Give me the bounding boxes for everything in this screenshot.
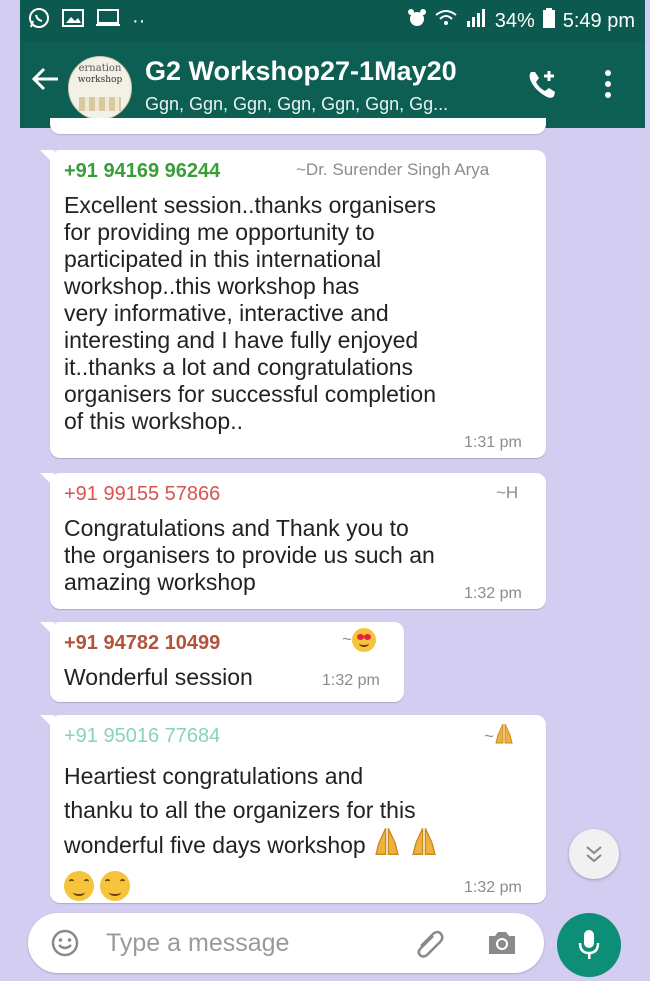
message-sender[interactable]: +91 94169 96244 — [64, 160, 220, 183]
bubble-tail — [40, 622, 54, 636]
group-members[interactable]: Ggn, Ggn, Ggn, Ggn, Ggn, Ggn, Gg... — [145, 94, 448, 115]
message-line: participated in this international — [64, 246, 382, 272]
bubble-tail — [40, 715, 54, 729]
attach-paperclip-icon[interactable] — [413, 926, 447, 965]
folded-hands-emoji-icon — [372, 827, 402, 867]
avatar-text-2: workshop — [77, 75, 123, 85]
message-line: interesting and I have fully enjoyed — [64, 327, 419, 353]
message-text: Wonderful session — [64, 664, 253, 691]
folded-hands-emoji-icon — [409, 827, 439, 867]
wifi-icon — [435, 9, 457, 33]
alias-tilde: ~ — [484, 726, 494, 746]
group-title[interactable]: G2 Workshop27-1May20 — [145, 56, 457, 87]
back-arrow-icon[interactable] — [30, 64, 60, 100]
message-line-with-emoji: wonderful five days workshop — [64, 827, 439, 867]
voice-record-button[interactable] — [557, 913, 621, 977]
folded-hands-emoji-icon — [494, 723, 514, 751]
smiling-emoji-icon — [100, 870, 131, 901]
screen-notification-icon — [96, 8, 120, 34]
message-line: Congratulations and Thank you to — [64, 515, 409, 541]
message-alias: ~ — [342, 628, 376, 652]
message-time: 1:32 pm — [322, 672, 380, 689]
message-text: Heartiest congratulations and thanku to … — [64, 759, 439, 901]
emoji-row — [64, 867, 439, 901]
chat-header: ernation workshop G2 Workshop27-1May20 G… — [20, 42, 645, 128]
message-line: wonderful five days workshop — [64, 832, 366, 859]
message-alias: ~ — [484, 723, 514, 751]
message-line: it..thanks a lot and congratulations — [64, 354, 414, 380]
previous-message-bubble — [50, 118, 546, 134]
message-sender[interactable]: +91 94782 10499 — [64, 632, 220, 655]
message-line: Heartiest congratulations and — [64, 763, 364, 789]
message-input[interactable]: Type a message — [106, 929, 289, 958]
smiling-emoji-icon — [64, 870, 94, 901]
message-sender[interactable]: +91 95016 77684 — [64, 725, 220, 748]
message-text: Excellent session..thanks organisers for… — [64, 192, 436, 435]
overflow-menu-icon[interactable] — [602, 70, 614, 104]
message-line: very informative, interactive and — [64, 300, 389, 326]
double-chevron-down-icon — [586, 846, 602, 863]
message-input-bar[interactable]: Type a message — [28, 913, 544, 973]
message-text: Congratulations and Thank you to the org… — [64, 515, 435, 596]
message-line: Excellent session..thanks organisers — [64, 192, 437, 218]
add-call-icon[interactable] — [525, 68, 559, 102]
message-bubble[interactable]: +91 95016 77684 ~ Heartiest congratulati… — [40, 715, 546, 903]
alarm-icon — [407, 8, 427, 34]
message-bubble[interactable]: +91 94169 96244 ~Dr. Surender Singh Arya… — [40, 150, 546, 458]
bubble-tail — [40, 150, 54, 164]
message-sender[interactable]: +91 99155 57866 — [64, 483, 220, 506]
message-line: of this workshop.. — [64, 408, 243, 434]
chat-area: +91 94169 96244 ~Dr. Surender Singh Arya… — [20, 118, 645, 910]
message-line: amazing workshop — [64, 569, 256, 595]
battery-percent: 34% — [494, 9, 535, 32]
gallery-notification-icon — [62, 8, 84, 34]
microphone-icon — [578, 930, 600, 959]
message-line: Wonderful session — [64, 664, 253, 690]
message-line: the organisers to provide us such an — [64, 542, 435, 568]
message-time: 1:32 pm — [464, 879, 522, 896]
heart-eyes-emoji-icon — [351, 628, 376, 652]
camera-icon[interactable] — [486, 928, 518, 963]
message-alias: ~H — [496, 483, 519, 502]
message-bubble[interactable]: +91 94782 10499 ~ Wonderful session 1:32… — [40, 622, 404, 702]
group-avatar[interactable]: ernation workshop — [68, 56, 132, 120]
avatar-decoration — [79, 97, 121, 111]
avatar-text-1: ernation — [78, 63, 122, 74]
message-time: 1:32 pm — [464, 585, 522, 602]
whatsapp-notification-icon — [28, 7, 50, 35]
status-bar: ·· 34% 5:49 pm — [20, 0, 645, 42]
emoji-picker-icon[interactable] — [50, 928, 80, 963]
alias-tilde: ~ — [342, 629, 352, 649]
more-notifications-icon: ·· — [132, 9, 146, 32]
bubble-tail — [40, 473, 54, 487]
message-line: for providing me opportunity to — [64, 219, 375, 245]
clock: 5:49 pm — [562, 9, 635, 32]
scroll-to-bottom-button[interactable] — [569, 829, 619, 879]
message-alias: ~Dr. Surender Singh Arya — [296, 160, 490, 179]
message-bubble[interactable]: +91 99155 57866 ~H Congratulations and T… — [40, 473, 546, 609]
message-line: thanku to all the organizers for this — [64, 797, 416, 823]
message-time: 1:31 pm — [464, 434, 522, 451]
battery-icon — [542, 8, 555, 34]
signal-icon — [465, 9, 487, 33]
message-line: workshop..this workshop has — [64, 273, 360, 299]
message-line: organisers for successful completion — [64, 381, 436, 407]
